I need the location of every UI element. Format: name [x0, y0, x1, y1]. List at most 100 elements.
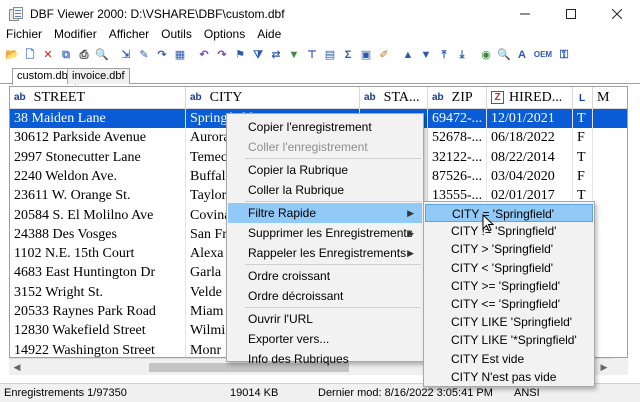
context-menu-item[interactable]: Filtre Rapide ▶ — [228, 203, 422, 223]
scroll-left-arrow-icon[interactable]: ◀ — [9, 359, 25, 376]
table-cell[interactable]: 12830 Wakefield Street — [10, 321, 186, 341]
table-cell[interactable]: 1102 N.E. 15th Court — [10, 244, 186, 264]
context-menu-item-label: Supprimer les Enregistrements — [248, 226, 413, 240]
quick-filter-option[interactable]: CITY >= 'Springfield' — [425, 277, 593, 295]
context-menu-item-label: Info des Rubriques — [248, 352, 349, 366]
pin-icon[interactable]: ⊤ — [304, 47, 320, 63]
delete-icon[interactable]: ✕ — [40, 47, 56, 63]
table-cell[interactable]: 4683 East Huntington Dr — [10, 263, 186, 283]
column-header-sta[interactable]: ab STA... — [360, 87, 428, 109]
table-cell[interactable]: 03/04/2020 — [487, 166, 573, 187]
table-cell[interactable]: 12/01/2021 — [487, 109, 573, 129]
edit-icon[interactable]: ✎ — [136, 47, 152, 63]
column-header-city[interactable]: ab CITY — [186, 87, 360, 109]
context-menu-item[interactable]: Copier la Rubrique — [228, 160, 422, 180]
quick-filter-option[interactable]: CITY = 'Springfield' — [425, 204, 593, 222]
font-icon[interactable]: A — [514, 47, 530, 63]
table-cell[interactable]: F — [573, 128, 593, 148]
quick-filter-option[interactable]: CITY != 'Springfield' — [425, 222, 593, 240]
web-icon[interactable]: ◉ — [478, 47, 494, 63]
table-cell[interactable]: 20584 S. El Molilno Ave — [10, 205, 186, 225]
new-file-icon[interactable]: 🗋 — [22, 47, 38, 63]
table-cell[interactable]: 20533 Raynes Park Road — [10, 302, 186, 322]
menu-separator — [245, 264, 421, 265]
move-first-icon[interactable]: ⤒ — [436, 47, 452, 63]
bookmark-icon[interactable]: ⚑ — [232, 47, 248, 63]
table-cell[interactable]: 14922 Washington Street — [10, 340, 186, 357]
table-cell[interactable]: 30612 Parkside Avenue — [10, 128, 186, 148]
scroll-right-arrow-icon[interactable]: ▶ — [596, 359, 612, 376]
table-cell[interactable]: 32122-... — [428, 147, 487, 167]
table-cell[interactable]: T — [573, 147, 593, 167]
context-menu-item[interactable]: Copier l'enregistrement — [228, 117, 422, 137]
table-cell[interactable]: 2997 Stonecutter Lane — [10, 147, 186, 167]
quick-filter-option[interactable]: CITY LIKE 'Springfield' — [425, 313, 593, 331]
column-header-col[interactable]: L — [573, 87, 593, 109]
undo-icon[interactable]: ↶ — [196, 47, 212, 63]
quick-filter-option[interactable]: CITY N'est pas vide — [425, 368, 593, 386]
oem-icon[interactable]: OEM — [532, 47, 554, 63]
table-cell[interactable]: 23611 W. Orange St. — [10, 186, 186, 206]
column-header-street[interactable]: ab STREET — [10, 87, 186, 109]
quick-filter-submenu: CITY = 'Springfield' CITY != 'Springfield… — [423, 201, 595, 387]
table-cell[interactable]: 52678-... — [428, 128, 487, 148]
logical-type-icon: L — [579, 93, 586, 104]
toolbar-separator — [190, 47, 194, 63]
table-cell[interactable]: 2240 Weldon Ave. — [10, 166, 186, 187]
context-menu-item[interactable]: Exporter vers... — [228, 329, 422, 349]
quick-filter-option[interactable]: CITY < 'Springfield' — [425, 259, 593, 277]
table-icon[interactable]: ▤ — [322, 47, 338, 63]
context-menu-item[interactable]: Ordre décroissant — [228, 286, 422, 306]
find-icon[interactable]: 🔍 — [94, 47, 110, 63]
close-button[interactable] — [594, 0, 640, 28]
table-cell[interactable]: 87526-... — [428, 166, 487, 187]
structure-icon[interactable]: ▦ — [172, 47, 188, 63]
context-menu-item[interactable]: Info des Rubriques — [228, 349, 422, 369]
maximize-icon — [566, 9, 576, 19]
print-icon[interactable]: ⎙ — [76, 47, 92, 63]
quick-filter-option[interactable]: CITY <= 'Springfield' — [425, 295, 593, 313]
sum-icon[interactable]: Σ — [340, 47, 356, 63]
context-menu-item[interactable]: Rappeler les Enregistrements ▶ — [228, 243, 422, 263]
quick-filter-option[interactable]: CITY Est vide — [425, 350, 593, 368]
toolbar-separator — [472, 47, 476, 63]
report-icon[interactable]: ▣ — [358, 47, 374, 63]
import-icon[interactable]: ⇲ — [118, 47, 134, 63]
table-cell[interactable]: 24388 Des Vosges — [10, 224, 186, 245]
context-menu-item-label: Coller la Rubrique — [248, 183, 345, 197]
table-cell[interactable]: F — [573, 166, 593, 187]
context-menu-item[interactable]: Supprimer les Enregistrements ▶ — [228, 223, 422, 243]
scroll-corner — [612, 358, 628, 375]
column-header-hired[interactable]: Z HIRED... — [487, 87, 573, 109]
move-last-icon[interactable]: ⤓ — [454, 47, 470, 63]
filter-icon[interactable]: ⧩ — [250, 47, 266, 63]
table-cell[interactable]: 08/22/2014 — [487, 147, 573, 167]
open-folder-icon[interactable]: 📂 — [4, 47, 20, 63]
table-cell[interactable]: 3152 Wright St. — [10, 282, 186, 302]
column-header-zip[interactable]: ab ZIP — [428, 87, 487, 109]
context-menu-item[interactable]: Ordre croissant — [228, 266, 422, 286]
sort-asc-icon[interactable]: ▲ — [400, 47, 416, 63]
goto-icon[interactable]: ↷ — [154, 47, 170, 63]
copy-icon[interactable]: ⧉ — [58, 47, 74, 63]
column-header-label: CITY — [209, 90, 243, 105]
zoom-icon[interactable]: 🔍 — [496, 47, 512, 63]
table-cell[interactable]: 06/18/2022 — [487, 128, 573, 148]
table-cell[interactable]: 38 Maiden Lane — [10, 109, 186, 129]
info-icon[interactable]: ⚿ — [556, 47, 572, 63]
minimize-button[interactable] — [502, 0, 548, 28]
replace-icon[interactable]: ⇄ — [268, 47, 284, 63]
quick-filter-option[interactable]: CITY > 'Springfield' — [425, 240, 593, 258]
table-cell[interactable]: T — [573, 109, 593, 129]
redo-icon[interactable]: ↷ — [214, 47, 230, 63]
context-menu-item[interactable]: Ouvrir l'URL — [228, 309, 422, 329]
brush-icon[interactable]: ✐ — [376, 47, 392, 63]
maximize-button[interactable] — [548, 0, 594, 28]
sort-desc-icon[interactable]: ▼ — [418, 47, 434, 63]
filter-funnel-icon[interactable]: ▼ — [286, 47, 302, 63]
context-menu-item[interactable]: Coller la Rubrique — [228, 180, 422, 200]
table-cell[interactable]: 69472-... — [428, 109, 487, 129]
column-header-m[interactable]: M — [593, 87, 627, 109]
quick-filter-option[interactable]: CITY LIKE '*Springfield' — [425, 331, 593, 349]
tab-invoice-dbf[interactable]: invoice.dbf — [67, 68, 130, 84]
